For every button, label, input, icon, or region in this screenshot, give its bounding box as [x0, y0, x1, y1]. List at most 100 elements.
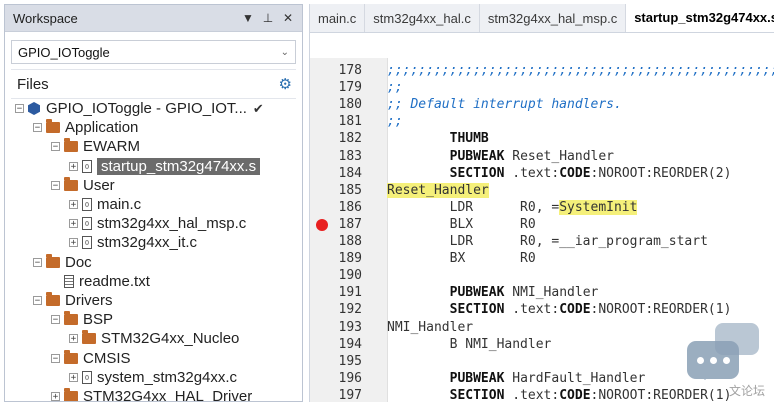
expand-icon[interactable]: +	[69, 372, 78, 382]
tree-item-label: startup_stm32g474xx.s	[97, 157, 261, 175]
files-label: Files	[17, 75, 49, 93]
code-token: Reset_Handler	[504, 148, 614, 164]
code-text: B NMI_Handler	[387, 336, 552, 353]
folder-icon	[46, 253, 60, 268]
code-line: 189 BX R0	[310, 250, 774, 267]
editor-tab[interactable]: stm32g4xx_hal_msp.c	[480, 4, 627, 32]
collapse-icon[interactable]: −	[33, 296, 42, 306]
tree-folder[interactable]: − CMSIS	[11, 349, 296, 368]
configuration-select[interactable]: GPIO_IOToggle ⌄	[11, 40, 296, 64]
code-token: SECTION	[449, 387, 505, 402]
tree-file[interactable]: + stm32g4xx_it.c	[11, 233, 296, 252]
line-number: 191	[338, 285, 362, 301]
line-number: 179	[338, 80, 362, 96]
tree-file[interactable]: + stm32g4xx_hal_msp.c	[11, 214, 296, 233]
editor-tab[interactable]: stm32g4xx_hal.c	[365, 4, 480, 32]
expand-icon[interactable]: +	[69, 219, 78, 229]
gear-icon[interactable]: ⚙	[279, 75, 292, 93]
tree-file[interactable]: + main.c	[11, 195, 296, 214]
expand-icon[interactable]: +	[69, 161, 78, 171]
collapse-icon[interactable]: −	[33, 123, 42, 133]
watermark: 文论坛	[687, 323, 769, 399]
collapse-icon[interactable]: −	[51, 180, 60, 190]
code-token: THUMB	[449, 131, 489, 147]
code-text: Reset_Handler	[387, 182, 489, 199]
line-number: 182	[338, 131, 362, 147]
expand-icon[interactable]: +	[69, 200, 78, 210]
code-token: :NOROOT:REORDER(2)	[590, 165, 732, 181]
code-text: THUMB	[387, 130, 489, 147]
code-token: BLX R0	[387, 216, 536, 232]
tree-folder[interactable]: − EWARM	[11, 137, 296, 156]
code-line: 184 SECTION .text:CODE:NOROOT:REORDER(2)	[310, 165, 774, 182]
code-text: ;;;;;;;;;;;;;;;;;;;;;;;;;;;;;;;;;;;;;;;;…	[387, 62, 774, 79]
collapse-icon[interactable]: −	[33, 257, 42, 267]
line-number: 190	[338, 268, 362, 284]
expand-icon[interactable]: +	[69, 238, 78, 248]
dropdown-arrow-icon[interactable]: ▼	[240, 11, 256, 25]
collapse-icon[interactable]: −	[51, 142, 60, 152]
code-token: NMI_Handler	[504, 285, 599, 301]
tree-item-label: User	[83, 176, 115, 194]
file-tree: − GPIO_IOToggle - GPIO_IOT... ✔ − Applicatio…	[11, 99, 296, 401]
expand-icon[interactable]: +	[69, 334, 78, 344]
tree-folder[interactable]: + STM32G4xx_Nucleo	[11, 329, 296, 348]
editor-tab[interactable]: main.c	[310, 4, 366, 32]
pin-icon[interactable]: ⊥	[260, 11, 276, 25]
folder-icon	[82, 330, 96, 345]
code-line: 181;;	[310, 113, 774, 130]
code-line: 179;;	[310, 79, 774, 96]
close-icon[interactable]: ✕	[280, 11, 296, 25]
tree-item-label: STM32G4xx_HAL_Driver	[83, 388, 253, 402]
line-number: 183	[338, 148, 362, 164]
tree-project[interactable]: − GPIO_IOToggle - GPIO_IOT... ✔	[11, 99, 296, 118]
tree-folder[interactable]: + STM32G4xx_HAL_Driver	[11, 387, 296, 402]
collapse-icon[interactable]: −	[15, 104, 24, 114]
workspace-panel: Workspace ▼ ⊥ ✕ GPIO_IOToggle ⌄ Files ⚙ …	[4, 4, 303, 402]
tree-folder[interactable]: − BSP	[11, 310, 296, 329]
project-icon	[28, 102, 40, 115]
tree-item-label: CMSIS	[83, 349, 131, 367]
code-line: 185 Reset_Handler	[310, 182, 774, 199]
tree-item-label: main.c	[97, 196, 142, 213]
code-token: BX R0	[387, 251, 536, 267]
code-line: 187 BLX R0	[310, 216, 774, 233]
code-token: CODE	[559, 165, 591, 181]
code-token: ;;	[387, 80, 403, 96]
tree-item-label: Doc	[65, 253, 92, 271]
tree-file[interactable]: + system_stm32g4xx.c	[11, 368, 296, 387]
code-text: BX R0	[387, 250, 536, 267]
line-number: 181	[338, 114, 362, 130]
line-number: 186	[338, 199, 362, 215]
collapse-icon[interactable]: −	[51, 315, 60, 325]
code-token: :NOROOT:REORDER(1)	[590, 302, 732, 318]
code-text: SECTION .text:CODE:NOROOT:REORDER(1)	[387, 387, 732, 402]
tree-folder[interactable]: − User	[11, 176, 296, 195]
tree-file[interactable]: readme.txt	[11, 272, 296, 291]
code-text: LDR R0, =SystemInit	[387, 199, 638, 216]
code-text: ;; Default interrupt handlers.	[387, 96, 622, 113]
tree-folder[interactable]: − Drivers	[11, 291, 296, 310]
tree-file[interactable]: + startup_stm32g474xx.s	[11, 157, 296, 176]
ide-window: Workspace ▼ ⊥ ✕ GPIO_IOToggle ⌄ Files ⚙ …	[0, 0, 777, 405]
folder-icon	[64, 349, 78, 364]
tree-folder[interactable]: − Doc	[11, 253, 296, 272]
watermark-text: 文论坛	[728, 384, 765, 398]
line-number: 180	[338, 97, 362, 113]
line-number: 189	[338, 251, 362, 267]
expand-icon[interactable]: +	[51, 392, 60, 401]
code-line: 186 LDR R0, =SystemInit	[310, 199, 774, 216]
line-number: 188	[338, 234, 362, 249]
editor-tab[interactable]: startup_stm32g474xx.s	[626, 4, 774, 32]
tree-item-label: EWARM	[83, 138, 140, 156]
code-line: 188 LDR R0, =__iar_program_start	[310, 233, 774, 250]
tree-folder[interactable]: − Application	[11, 118, 296, 137]
code-token: HardFault_Handler	[504, 370, 646, 386]
collapse-icon[interactable]: −	[51, 353, 60, 363]
